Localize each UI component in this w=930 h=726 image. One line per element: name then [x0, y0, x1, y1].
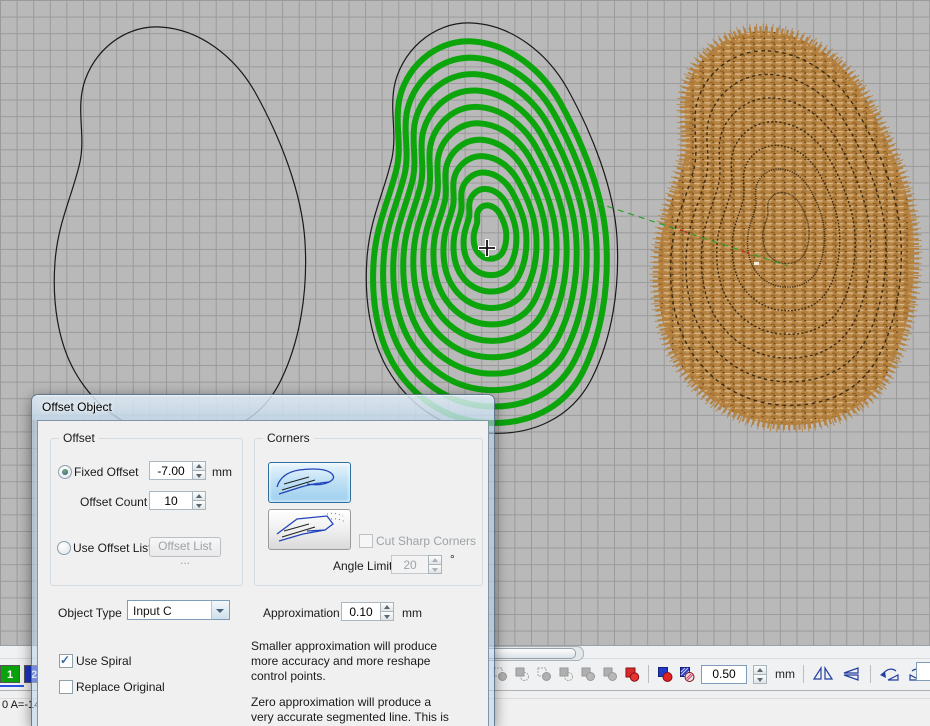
sharp-corner-style-button[interactable] [268, 509, 351, 550]
shape-op-e-icon[interactable] [580, 666, 596, 682]
shape-op-c-icon[interactable] [536, 666, 552, 682]
palette-selection-underline [0, 685, 24, 687]
help-paragraph-1: Smaller approximation will produce more … [251, 639, 451, 684]
use-spiral-checkbox[interactable] [59, 654, 73, 668]
stitched-shape[interactable] [658, 31, 914, 425]
mirror-horizontal-icon[interactable] [812, 666, 834, 682]
angle-limit-input[interactable] [391, 555, 429, 574]
offset-count-input[interactable] [149, 491, 193, 510]
stitch-spacing-stepper[interactable] [753, 665, 767, 684]
object-type-value: Input C [133, 604, 172, 618]
object-type-dropdown[interactable]: Input C [127, 600, 230, 620]
round-corner-style-button[interactable] [268, 462, 351, 503]
rotate-left-icon[interactable] [879, 666, 901, 682]
outline-shape[interactable] [54, 27, 305, 437]
approximation-help-text: Smaller approximation will produce more … [251, 639, 451, 726]
pattern-object-icon[interactable] [679, 666, 695, 682]
design-canvas: mm 0 A=-14 1 2 Offset Object Offset [0, 0, 930, 726]
toolbar-separator [648, 665, 649, 683]
offset-group: Offset [50, 438, 243, 586]
replace-original-checkbox[interactable] [59, 680, 73, 694]
offset-list-button[interactable]: Offset List ... [149, 537, 221, 557]
angle-limit-unit: ° [450, 552, 455, 566]
stitch-spacing-input[interactable] [701, 665, 747, 684]
sharp-corner-icon [269, 510, 348, 547]
fixed-offset-stepper[interactable] [192, 461, 206, 480]
angle-limit-stepper[interactable] [428, 555, 442, 574]
replace-original-label: Replace Original [76, 680, 165, 694]
fixed-offset-input[interactable] [149, 461, 193, 480]
cut-sharp-corners-label: Cut Sharp Corners [376, 534, 476, 548]
fixed-offset-radio[interactable] [58, 465, 72, 479]
fixed-offset-unit: mm [212, 465, 232, 479]
shape-op-f-icon[interactable] [602, 666, 618, 682]
corners-group-label: Corners [263, 431, 314, 445]
offset-object-dialog: Offset Object Offset Fixed Offset mm Off… [31, 394, 495, 726]
chevron-down-icon[interactable] [211, 601, 229, 619]
approximation-stepper[interactable] [380, 602, 394, 621]
object-type-label: Object Type [58, 606, 122, 620]
use-spiral-label: Use Spiral [76, 654, 131, 668]
cut-sharp-corners-checkbox[interactable] [359, 534, 373, 548]
use-offset-list-radio[interactable] [57, 541, 71, 555]
round-corner-icon [269, 463, 348, 500]
dialog-body: Offset Fixed Offset mm Offset Count Use … [37, 420, 489, 726]
spiral-offset-shape[interactable] [366, 23, 617, 433]
approximation-unit: mm [402, 606, 422, 620]
toolbar-separator [803, 665, 804, 683]
fixed-offset-label: Fixed Offset [74, 465, 138, 479]
offset-count-label: Offset Count [80, 495, 147, 509]
color-object-icon[interactable] [657, 666, 673, 682]
offset-group-label: Offset [59, 431, 99, 445]
palette-swatch-1[interactable]: 1 [0, 665, 20, 683]
help-paragraph-2: Zero approximation will produce a very a… [251, 695, 451, 726]
stitch-spacing-unit: mm [775, 667, 795, 681]
approximation-label: Approximation [263, 606, 340, 620]
dialog-title[interactable]: Offset Object [32, 395, 494, 420]
angle-limit-label: Angle Limit [333, 559, 392, 573]
shape-op-b-icon[interactable] [514, 666, 530, 682]
use-offset-list-label: Use Offset List [73, 541, 151, 555]
remove-overlaps-icon[interactable] [624, 666, 640, 682]
offset-count-stepper[interactable] [192, 491, 206, 510]
approximation-input[interactable] [341, 602, 381, 621]
shape-op-d-icon[interactable] [558, 666, 574, 682]
angle-input-partial[interactable] [916, 662, 930, 681]
toolbar-separator [870, 665, 871, 683]
mirror-vertical-icon[interactable] [840, 666, 862, 682]
